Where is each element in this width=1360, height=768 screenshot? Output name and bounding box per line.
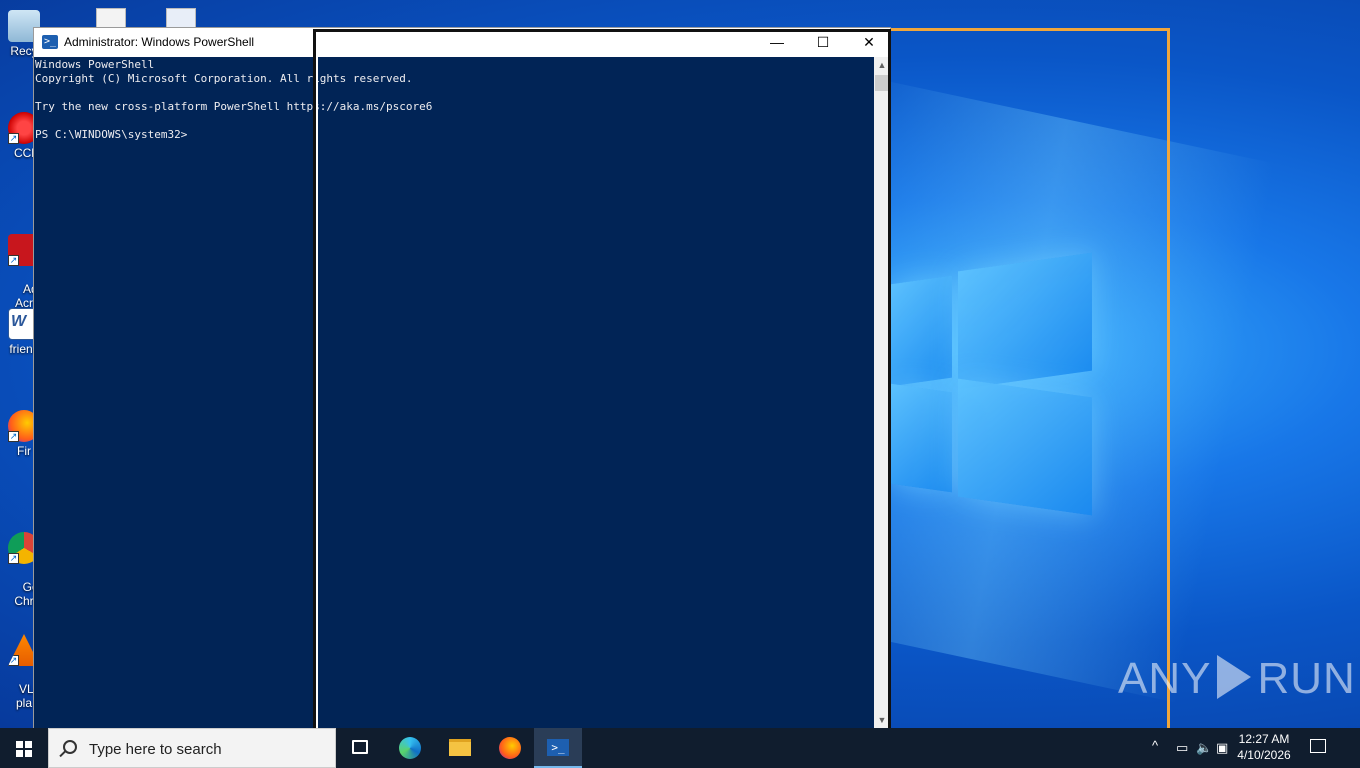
desktop-icon-label: Fir [17,444,31,458]
clock[interactable]: 12:27 AM 4/10/2026 [1234,731,1294,763]
play-logo-icon [1217,655,1252,699]
shortcut-arrow-icon: ↗ [8,255,19,266]
system-tray: ^ ▭ 🔈 ▣ 12:27 AM 4/10/2026 [1140,728,1360,768]
taskbar-file-explorer[interactable] [436,728,484,768]
start-button[interactable] [0,728,48,768]
powershell-icon: >_ [42,35,58,49]
taskbar-search-box[interactable]: Type here to search [48,728,336,768]
watermark-text-right: RUN [1257,654,1356,703]
meet-now-icon[interactable]: ▭ [1176,740,1188,756]
shortcut-arrow-icon: ↗ [8,431,19,442]
anyrun-watermark: ANY RUN [1118,654,1356,704]
task-view-icon [352,740,368,754]
taskbar-firefox[interactable] [486,728,534,768]
taskbar-edge[interactable] [386,728,434,768]
taskbar-task-view[interactable] [336,728,384,768]
clock-time: 12:27 AM [1238,732,1290,746]
search-icon [63,740,77,754]
edge-icon [399,737,421,759]
taskbar-powershell[interactable]: >_ [534,728,582,768]
chevron-up-icon[interactable]: ^ [1152,738,1158,753]
shortcut-arrow-icon: ↗ [8,553,19,564]
firefox-icon [499,737,521,759]
windows-logo-icon [16,741,23,748]
watermark-text-left: ANY [1118,654,1212,703]
search-placeholder: Type here to search [89,741,222,758]
volume-icon[interactable]: 🔈 [1196,740,1212,756]
highlight-frame [891,28,1170,745]
notification-icon[interactable] [1310,739,1326,753]
window-drag-outline-inner [316,55,888,745]
folder-icon [449,739,471,756]
clock-date: 4/10/2026 [1237,748,1291,762]
shortcut-arrow-icon: ↗ [8,655,19,666]
powershell-icon: >_ [547,739,569,756]
network-icon[interactable]: ▣ [1216,740,1228,756]
taskbar: Type here to search >_ ^ ▭ 🔈 ▣ 12:27 AM … [0,728,1360,768]
desktop-icon-label: CCl [14,146,34,160]
shortcut-arrow-icon: ↗ [8,133,19,144]
window-title: Administrator: Windows PowerShell [64,35,255,49]
